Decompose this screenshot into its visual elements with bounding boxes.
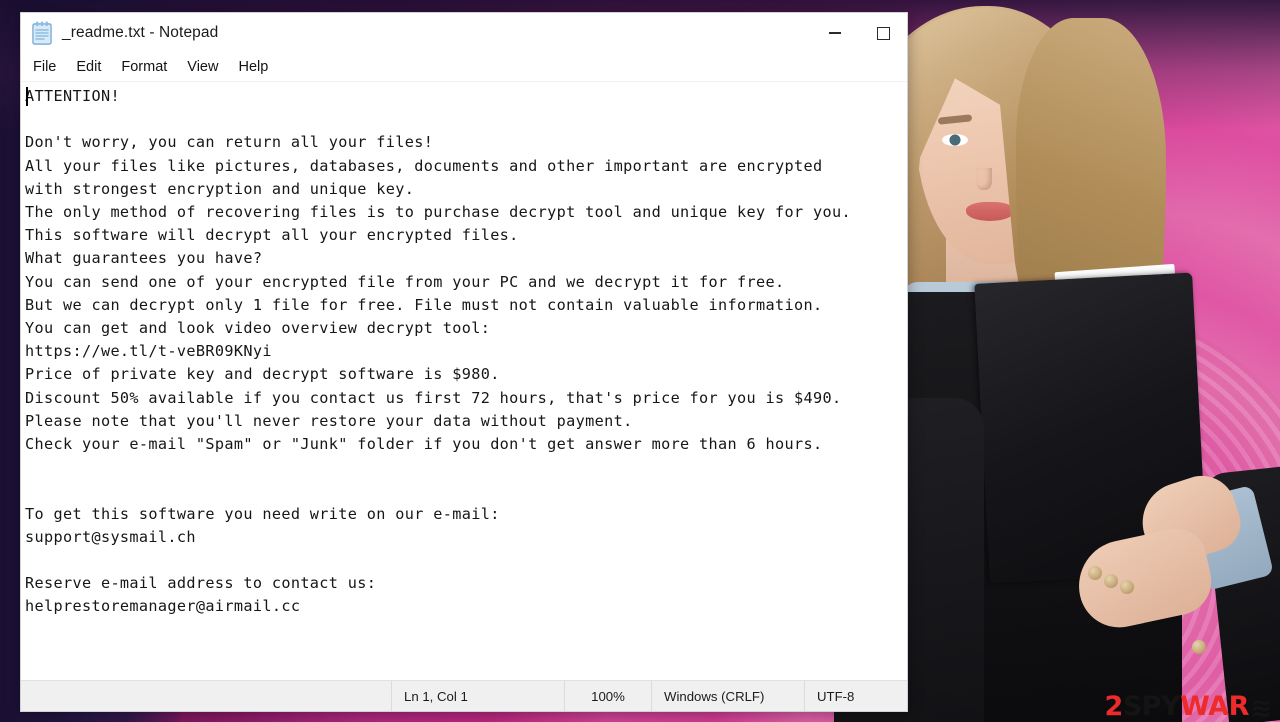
jacket-button-1 <box>1088 566 1102 580</box>
text-line: with strongest encryption and unique key… <box>25 179 415 198</box>
text-line: helprestoremanager@airmail.cc <box>25 597 301 616</box>
notepad-window[interactable]: _readme.txt - Notepad File Edit Format V… <box>20 12 908 712</box>
text-line: Check your e-mail "Spam" or "Junk" folde… <box>25 435 823 454</box>
text-line: support@sysmail.ch <box>25 527 196 546</box>
menu-item-file[interactable]: File <box>33 59 56 75</box>
window-title: _readme.txt - Notepad <box>62 24 219 41</box>
menu-item-edit[interactable]: Edit <box>76 59 101 75</box>
ransom-note-text: ATTENTION! Don't worry, you can return a… <box>25 85 907 619</box>
text-line <box>25 549 907 572</box>
menu-bar: File Edit Format View Help <box>21 53 907 82</box>
jacket-button-4 <box>1192 640 1206 654</box>
lips <box>966 202 1014 221</box>
status-zoom-level[interactable]: 100% <box>564 681 651 711</box>
text-line <box>25 456 907 479</box>
window-controls <box>811 13 907 53</box>
text-line <box>25 479 907 502</box>
text-line: ATTENTION! <box>25 87 120 105</box>
text-line: https://we.tl/t-veBR09KNyi <box>25 342 272 361</box>
text-line: Reserve e-mail address to contact us: <box>25 574 377 593</box>
text-line: Discount 50% available if you contact us… <box>25 388 842 407</box>
text-line: But we can decrypt only 1 file for free.… <box>25 295 823 314</box>
status-cursor-position[interactable]: Ln 1, Col 1 <box>391 681 564 711</box>
notepad-icon <box>32 21 52 45</box>
nose <box>976 168 992 190</box>
text-line: Don't worry, you can return all your fil… <box>25 133 434 152</box>
text-editor-area[interactable]: ATTENTION! Don't worry, you can return a… <box>21 82 907 684</box>
text-line: Price of private key and decrypt softwar… <box>25 365 500 384</box>
status-line-ending[interactable]: Windows (CRLF) <box>651 681 804 711</box>
watermark-e-glyph: ≋ <box>1249 693 1273 722</box>
text-line: You can send one of your encrypted file … <box>25 272 785 291</box>
maximize-button[interactable] <box>859 13 907 53</box>
screen: _readme.txt - Notepad File Edit Format V… <box>0 0 1280 722</box>
watermark-digit: 2 <box>1104 691 1124 722</box>
minimize-icon <box>829 32 841 34</box>
site-watermark: 2 SPY WAR ≋ <box>1104 691 1273 722</box>
text-line <box>25 108 907 131</box>
text-line: This software will decrypt all your encr… <box>25 226 519 245</box>
text-line: What guarantees you have? <box>25 249 263 268</box>
text-line: Please note that you'll never restore yo… <box>25 411 633 430</box>
maximize-icon <box>876 26 890 40</box>
eye-left <box>942 134 968 146</box>
text-line: You can get and look video overview decr… <box>25 319 491 338</box>
text-line: To get this software you need write on o… <box>25 504 500 523</box>
menu-item-help[interactable]: Help <box>238 59 268 75</box>
status-bar: Ln 1, Col 1 100% Windows (CRLF) UTF-8 <box>21 680 907 711</box>
menu-item-format[interactable]: Format <box>121 59 167 75</box>
status-encoding[interactable]: UTF-8 <box>804 681 907 711</box>
watermark-war: WAR <box>1180 691 1249 722</box>
title-bar[interactable]: _readme.txt - Notepad <box>21 13 907 53</box>
jacket-button-2 <box>1104 574 1118 588</box>
text-line: All your files like pictures, databases,… <box>25 156 823 175</box>
text-caret <box>26 87 28 106</box>
minimize-button[interactable] <box>811 13 859 53</box>
watermark-spy: SPY <box>1122 691 1181 722</box>
jacket-button-3 <box>1120 580 1134 594</box>
text-line: The only method of recovering files is t… <box>25 203 851 222</box>
menu-item-view[interactable]: View <box>187 59 218 75</box>
